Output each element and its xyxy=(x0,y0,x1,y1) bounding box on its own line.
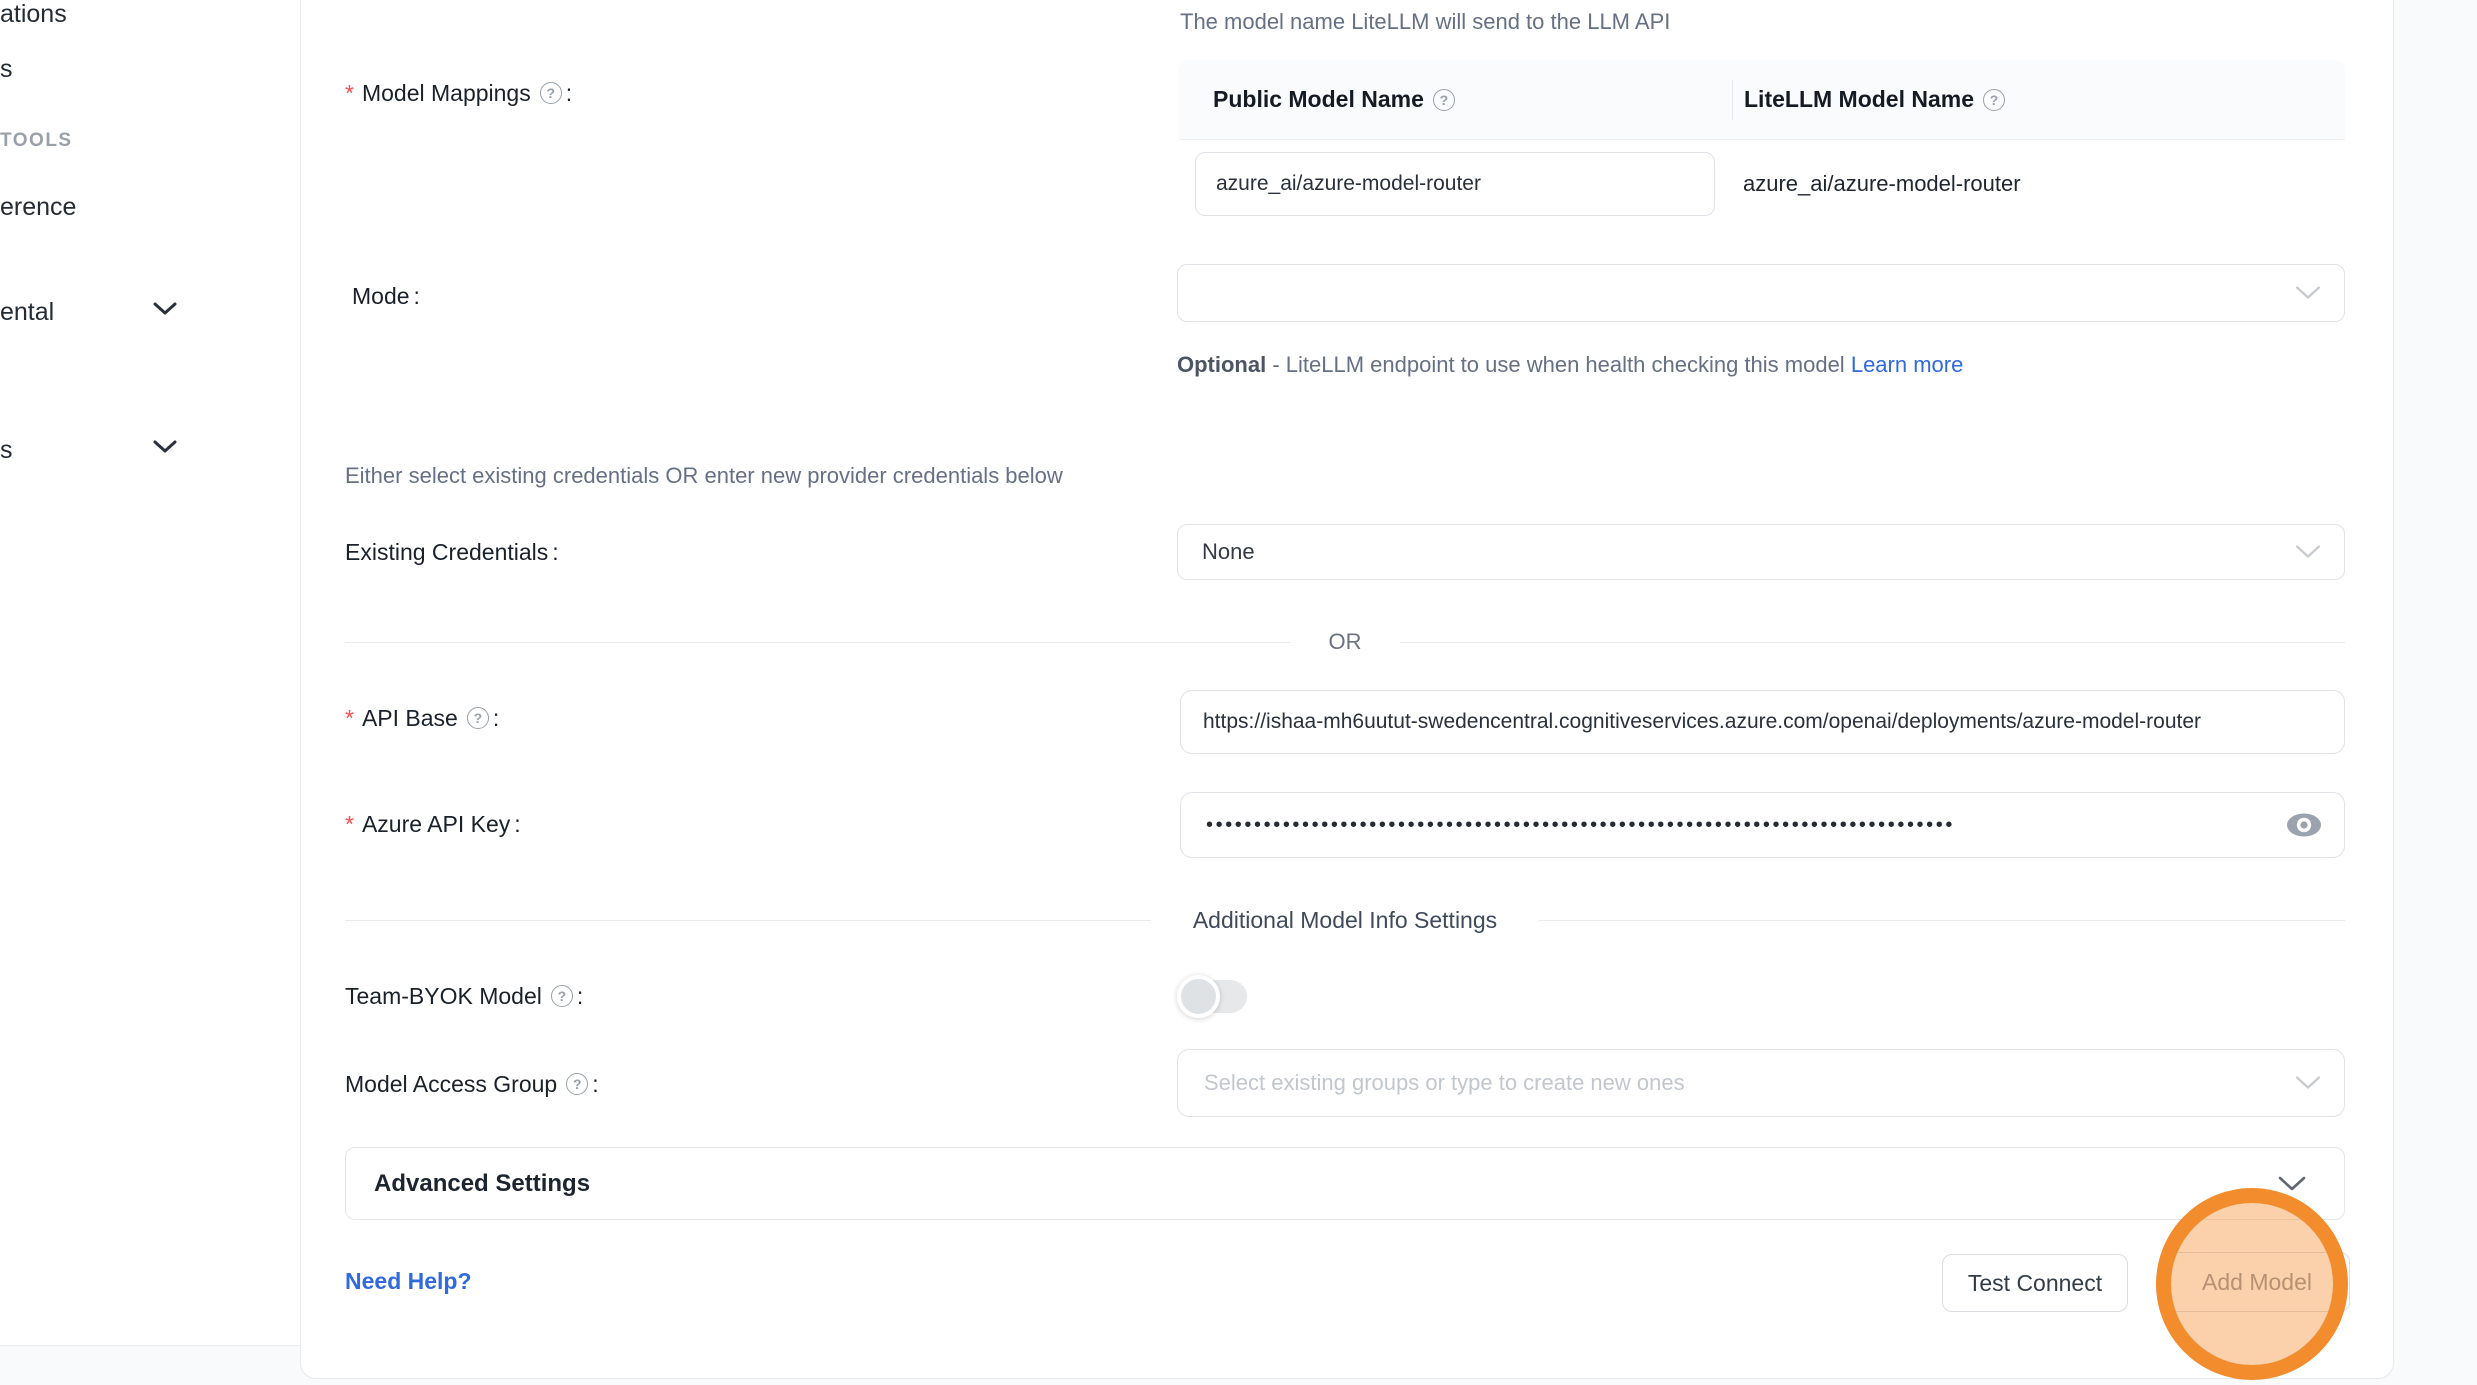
chevron-down-icon[interactable] xyxy=(152,439,178,455)
toggle-knob xyxy=(1177,975,1220,1018)
masked-api-key: ••••••••••••••••••••••••••••••••••••••••… xyxy=(1206,815,1955,835)
sidebar-item-truncated-2[interactable]: s xyxy=(0,54,13,84)
chevron-down-icon xyxy=(2294,285,2322,302)
test-connect-button[interactable]: Test Connect xyxy=(1942,1254,2128,1312)
team-byok-toggle[interactable] xyxy=(1181,980,1247,1013)
litellm-model-name-header: LiteLLM Model Name ? xyxy=(1733,86,2005,113)
additional-settings-divider: Additional Model Info Settings xyxy=(345,905,2345,935)
sidebar-item-label: ental xyxy=(0,298,54,326)
existing-credentials-label: Existing Credentials : xyxy=(345,537,559,567)
sidebar-item-truncated-1[interactable]: ations xyxy=(0,0,67,29)
model-mappings-header-row: Public Model Name ? LiteLLM Model Name ? xyxy=(1179,60,2345,140)
mode-select[interactable] xyxy=(1177,264,2345,322)
advanced-settings-title: Advanced Settings xyxy=(374,1170,2276,1198)
required-asterisk: * xyxy=(345,809,354,839)
credentials-note: Either select existing credentials OR en… xyxy=(345,461,1063,491)
public-model-name-header: Public Model Name ? xyxy=(1179,86,1733,113)
help-circle-icon[interactable]: ? xyxy=(1983,89,2005,111)
mode-help-text: Optional - LiteLLM endpoint to use when … xyxy=(1177,344,1987,386)
azure-api-key-label: * Azure API Key : xyxy=(345,809,521,839)
chevron-down-icon xyxy=(2294,544,2322,561)
litellm-model-name-value: azure_ai/azure-model-router xyxy=(1743,170,2021,198)
azure-api-key-input[interactable]: ••••••••••••••••••••••••••••••••••••••••… xyxy=(1180,792,2345,858)
help-circle-icon[interactable]: ? xyxy=(467,707,489,729)
need-help-link[interactable]: Need Help? xyxy=(345,1268,472,1295)
advanced-settings-panel[interactable]: Advanced Settings xyxy=(345,1147,2345,1220)
help-circle-icon[interactable]: ? xyxy=(551,985,573,1007)
help-circle-icon[interactable]: ? xyxy=(566,1073,588,1095)
sidebar-item-truncated-3[interactable]: erence xyxy=(0,192,76,222)
sidebar-item-label: s xyxy=(0,55,13,83)
model-name-help-text: The model name LiteLLM will send to the … xyxy=(1180,7,1670,37)
sidebar-item-truncated-5[interactable]: s xyxy=(0,435,13,465)
sidebar-item-label: s xyxy=(0,436,13,464)
sidebar-item-label: erence xyxy=(0,193,76,221)
mode-label: Mode : xyxy=(352,281,420,311)
chevron-down-icon xyxy=(2276,1174,2308,1193)
public-model-name-input[interactable] xyxy=(1195,152,1715,216)
api-base-label: * API Base ? : xyxy=(345,703,499,733)
sidebar: ations s TOOLS erence ental s xyxy=(0,0,300,1346)
model-access-group-select[interactable]: Select existing groups or type to create… xyxy=(1177,1049,2345,1117)
add-model-page: ations s TOOLS erence ental s The model … xyxy=(0,0,2477,1385)
chevron-down-icon[interactable] xyxy=(152,301,178,317)
existing-credentials-select[interactable]: None xyxy=(1177,524,2345,580)
model-access-group-label: Model Access Group ? : xyxy=(345,1069,599,1099)
help-circle-icon[interactable]: ? xyxy=(540,82,562,104)
or-divider: OR xyxy=(345,628,2345,656)
api-base-input[interactable] xyxy=(1180,690,2345,754)
model-mappings-table: Public Model Name ? LiteLLM Model Name ?… xyxy=(1179,60,2345,289)
model-mappings-label: * Model Mappings ? : xyxy=(345,78,572,108)
sidebar-item-label: ations xyxy=(0,0,67,28)
eye-icon[interactable] xyxy=(2284,810,2324,840)
required-asterisk: * xyxy=(345,78,354,108)
chevron-down-icon xyxy=(2294,1075,2322,1092)
team-byok-label: Team-BYOK Model ? : xyxy=(345,981,583,1011)
sidebar-item-truncated-4[interactable]: ental xyxy=(0,297,54,327)
sidebar-section-tools: TOOLS xyxy=(0,129,73,153)
help-circle-icon[interactable]: ? xyxy=(1433,89,1455,111)
required-asterisk: * xyxy=(345,703,354,733)
learn-more-link[interactable]: Learn more xyxy=(1851,352,1964,377)
add-model-button[interactable]: Add Model xyxy=(2164,1252,2350,1312)
column-divider xyxy=(1732,80,1733,120)
sidebar-section-label: TOOLS xyxy=(0,130,73,151)
